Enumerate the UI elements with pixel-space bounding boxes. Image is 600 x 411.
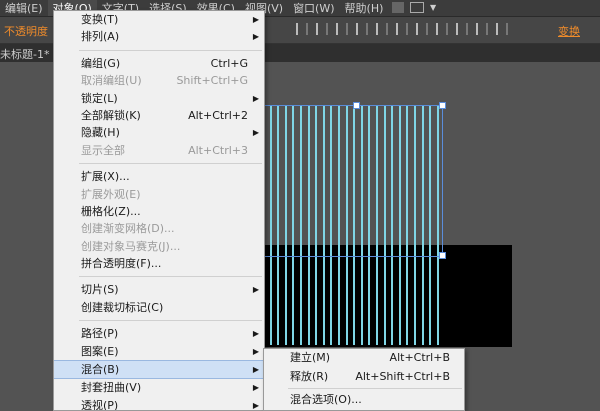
object-menu-item-12[interactable]: 栅格化(Z)... [54,203,264,220]
menu-item-shortcut: Alt+Ctrl+3 [188,143,248,157]
chevron-right-icon: ▶ [252,93,259,103]
object-menu-item-11: 扩展外观(E) [54,186,264,203]
transform-link[interactable]: 变换 [558,23,580,39]
menu-item-label: 编组(G) [81,56,121,70]
object-menu-item-14: 创建对象马赛克(J)... [54,238,264,255]
menu-item-label: 混合选项(O)... [290,393,362,406]
align-right-icon[interactable] [336,23,348,35]
distribute-left-icon[interactable] [416,23,428,35]
selection-handle-top-right[interactable] [439,102,446,109]
menu-help[interactable]: 帮助(H) [340,0,389,16]
object-menu-item-17[interactable]: 切片(S) ▶ [54,281,264,298]
menu-item-label: 扩展(X)... [81,170,130,184]
menu-item-label: 扩展外观(E) [81,187,141,201]
menu-item-label: 混合(B) [81,363,120,377]
blend-submenu-item-3[interactable]: 混合选项(O)... [264,391,464,410]
menu-separator [79,276,262,278]
menu-item-label: 栅格化(Z)... [81,204,141,218]
menu-item-label: 创建裁切标记(C) [81,300,164,314]
chevron-right-icon: ▶ [252,32,259,42]
menu-item-shortcut: Shift+Ctrl+G [176,74,248,88]
menu-item-shortcut: Alt+Ctrl+2 [188,108,248,122]
menu-item-label: 排列(A) [81,30,120,44]
menu-item-label: 切片(S) [81,283,119,297]
object-menu-item-21[interactable]: 图案(E) ▶ [54,343,264,360]
object-menu-item-1[interactable]: 排列(A) ▶ [54,28,264,45]
align-bottom-icon[interactable] [396,23,408,35]
object-menu-item-8: 显示全部 Alt+Ctrl+3 [54,142,264,159]
chevron-right-icon: ▶ [252,365,259,375]
selection-bounding-box[interactable] [262,105,443,257]
align-top-icon[interactable] [356,23,368,35]
menu-separator [79,49,262,51]
menu-item-label: 建立(M) [290,351,331,364]
object-menu-item-22[interactable]: 混合(B) ▶ [54,360,264,380]
menu-item-shortcut: Ctrl+G [210,56,248,70]
opacity-label[interactable]: 不透明度 [4,23,48,39]
menu-item-label: 全部解锁(K) [81,108,141,122]
menu-item-label: 隐藏(H) [81,126,120,140]
object-menu-item-6[interactable]: 全部解锁(K) Alt+Ctrl+2 [54,107,264,124]
menu-item-label: 锁定(L) [81,91,118,105]
distribute-top-icon[interactable] [476,23,488,35]
object-menu-item-18[interactable]: 创建裁切标记(C) [54,299,264,316]
object-menu-item-3[interactable]: 编组(G) Ctrl+G [54,55,264,72]
object-menu-item-0[interactable]: 变换(T) ▶ [54,11,264,28]
selection-handle-top-mid[interactable] [353,102,360,109]
chevron-right-icon: ▶ [252,383,259,393]
menu-item-label: 释放(R) [290,369,329,383]
menu-edit[interactable]: 编辑(E) [0,0,48,16]
menu-item-label: 取消编组(U) [81,74,142,88]
menu-window[interactable]: 窗口(W) [288,0,339,16]
arrange-documents-icon[interactable] [410,2,424,13]
menu-item-label: 创建对象马赛克(J)... [81,239,181,253]
object-menu: 变换(T) ▶ 排列(A) ▶ 编组(G) Ctrl+G 取消编组(U) Shift+Ctrl… [53,10,265,411]
object-menu-item-15[interactable]: 拼合透明度(F)... [54,255,264,272]
bridge-icon[interactable] [392,2,404,13]
object-menu-item-4: 取消编组(U) Shift+Ctrl+G [54,72,264,89]
menu-item-label: 透视(P) [81,398,119,411]
object-menu-item-7[interactable]: 隐藏(H) ▶ [54,124,264,141]
menu-item-label: 创建渐变网格(D)... [81,222,175,236]
menu-item-label: 图案(E) [81,344,119,358]
menu-separator [79,163,262,165]
menu-item-shortcut: Alt+Shift+Ctrl+B [355,369,450,383]
chevron-down-icon[interactable]: ▼ [430,3,436,12]
object-menu-item-10[interactable]: 扩展(X)... [54,168,264,185]
menu-separator [288,388,462,389]
menu-item-label: 显示全部 [81,143,125,157]
selection-handle-mid-right[interactable] [439,252,446,259]
chevron-right-icon: ▶ [252,285,259,295]
object-menu-item-23[interactable]: 封套扭曲(V) ▶ [54,379,264,396]
distribute-middle-icon[interactable] [496,23,508,35]
menu-item-label: 封套扭曲(V) [81,381,142,395]
blend-submenu-item-1[interactable]: 释放(R) Alt+Shift+Ctrl+B [264,368,464,387]
object-menu-item-20[interactable]: 路径(P) ▶ [54,325,264,342]
menu-item-label: 路径(P) [81,327,119,341]
menu-separator [79,320,262,322]
menu-item-label: 变换(T) [81,13,119,26]
object-menu-item-5[interactable]: 锁定(L) ▶ [54,90,264,107]
chevron-right-icon: ▶ [252,15,259,24]
chevron-right-icon: ▶ [252,128,259,138]
object-menu-item-13: 创建渐变网格(D)... [54,220,264,237]
align-middle-icon[interactable] [376,23,388,35]
chevron-right-icon: ▶ [252,346,259,356]
menu-item-label: 拼合透明度(F)... [81,257,162,271]
blend-submenu-item-0[interactable]: 建立(M) Alt+Ctrl+B [264,349,464,368]
chevron-right-icon: ▶ [252,329,259,339]
distribute-center-icon[interactable] [436,23,448,35]
blend-submenu: 建立(M) Alt+Ctrl+B 释放(R) Alt+Shift+Ctrl+B 混合选项… [263,348,465,411]
menu-item-shortcut: Alt+Ctrl+B [389,351,450,364]
align-center-icon[interactable] [316,23,328,35]
align-left-icon[interactable] [296,23,308,35]
align-icons [296,23,508,35]
distribute-right-icon[interactable] [456,23,468,35]
